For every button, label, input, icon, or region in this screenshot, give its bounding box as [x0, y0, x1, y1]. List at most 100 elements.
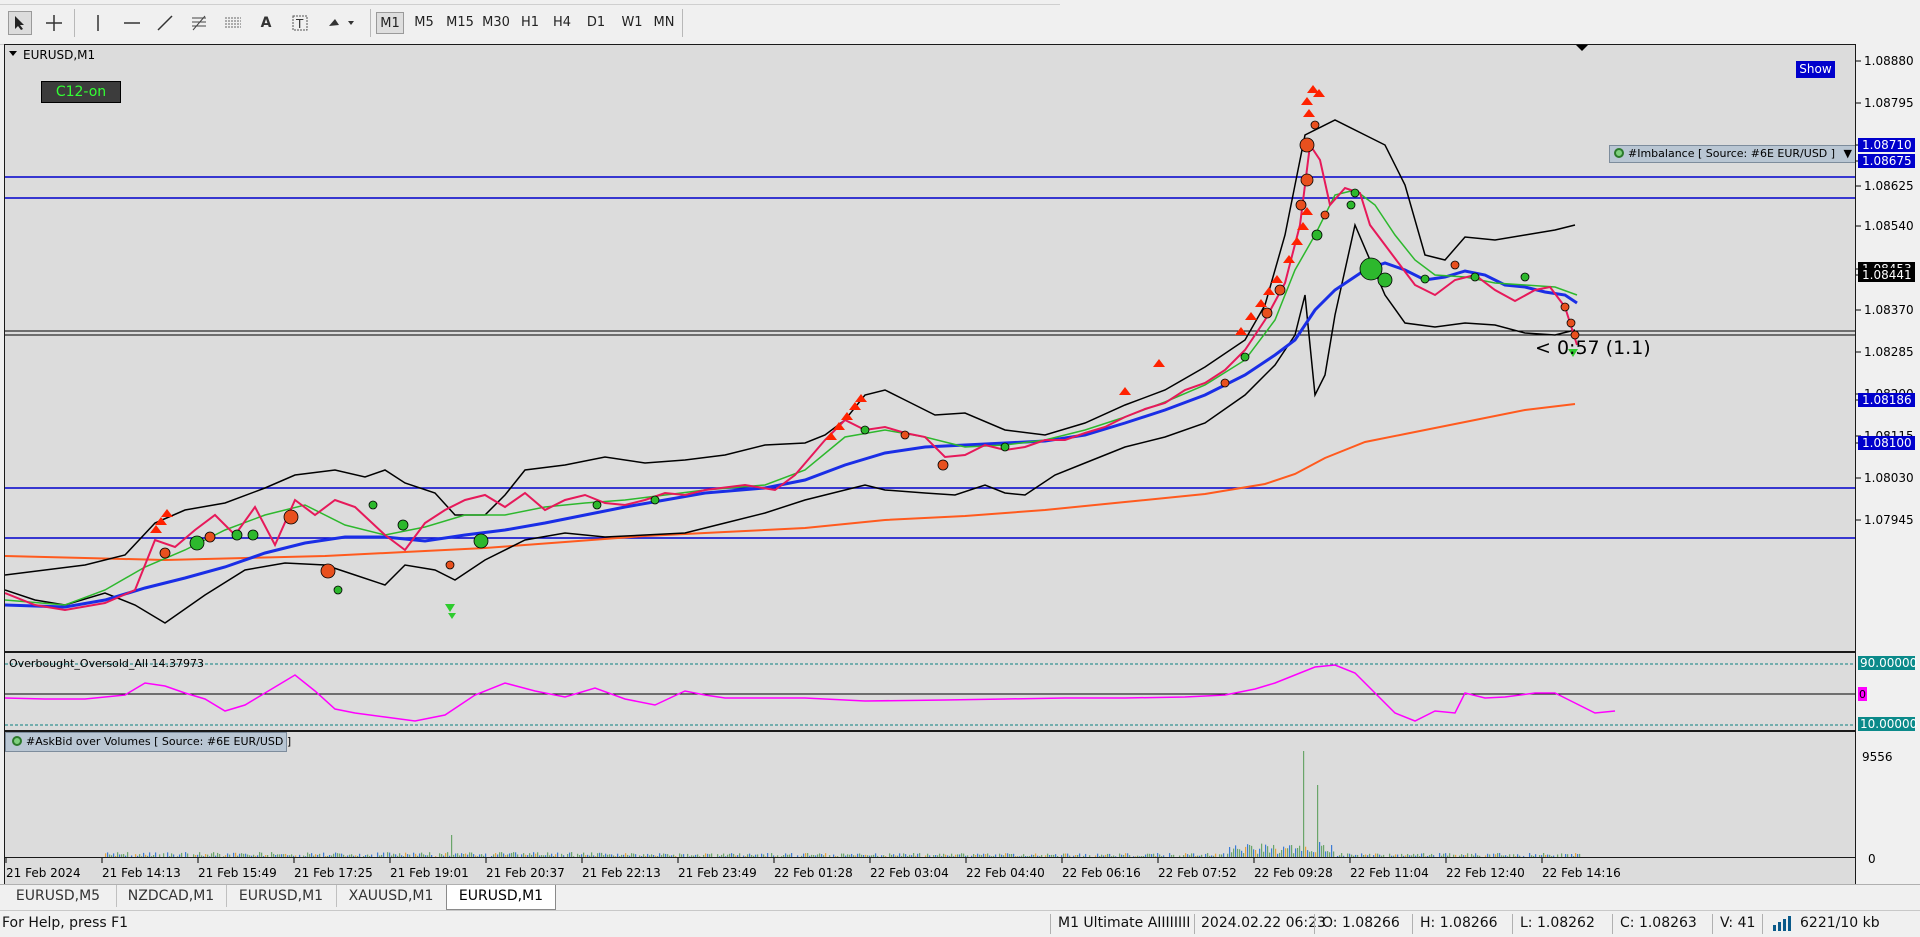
volume-bar: [209, 856, 211, 857]
timeframe-mn[interactable]: MN: [650, 12, 678, 34]
chart-tab-4[interactable]: XAUUSD,M1: [336, 885, 447, 907]
volume-bar: [1441, 855, 1443, 857]
volume-bar: [1313, 852, 1315, 857]
volume-bar: [1251, 845, 1253, 857]
volume-bar: [1505, 855, 1507, 857]
volume-bar: [1067, 853, 1069, 857]
shapes-icon[interactable]: [324, 11, 358, 35]
volume-bar: [291, 854, 293, 857]
chart-tab-5[interactable]: EURUSD,M1: [446, 885, 556, 910]
text-label-icon[interactable]: T: [288, 11, 312, 35]
vertical-line-icon[interactable]: [86, 11, 110, 35]
volume-bar: [671, 855, 673, 857]
volume-bar: [855, 855, 857, 857]
status-separator: [1512, 914, 1513, 934]
volume-bar: [697, 854, 699, 857]
volume-bar: [1129, 855, 1131, 857]
crosshair-icon[interactable]: [42, 11, 66, 35]
volume-bar: [857, 853, 859, 857]
volume-bar: [187, 853, 189, 857]
timeframe-h4[interactable]: H4: [548, 12, 576, 34]
volume-pane[interactable]: 9556 0 #AskBid over Volumes [ Source: #6…: [4, 731, 1856, 858]
volume-bar: [1185, 853, 1187, 857]
volume-bar: [549, 855, 551, 857]
price-pane[interactable]: EURUSD,M1 < 0:57 (1.1) C12-on Show #Imba…: [4, 44, 1856, 652]
volume-bar: [829, 855, 831, 857]
imbalance-label-text: #Imbalance [ Source: #6E EUR/USD ]: [1628, 147, 1836, 160]
svg-text:0: 0: [1868, 852, 1876, 866]
chart-tab-2[interactable]: NZDCAD,M1: [116, 885, 227, 907]
volume-bar: [585, 855, 587, 857]
text-icon[interactable]: A: [254, 11, 278, 35]
horizontal-line-icon[interactable]: [120, 11, 144, 35]
volume-bar: [809, 855, 811, 857]
volume-bar: [753, 855, 755, 857]
cursor-icon[interactable]: [8, 11, 32, 35]
fibonacci-icon[interactable]: [187, 11, 211, 35]
timeframe-m30[interactable]: M30: [480, 12, 512, 34]
volume-bar: [1069, 855, 1071, 857]
chart-window[interactable]: EURUSD,M1 < 0:57 (1.1) C12-on Show #Imba…: [4, 44, 1856, 884]
volume-bar: [739, 853, 741, 857]
status-separator: [1612, 914, 1613, 934]
volume-bar: [819, 853, 821, 857]
volume-bar: [547, 852, 549, 857]
price-label: 1.08880: [1856, 54, 1914, 68]
volume-bar: [365, 855, 367, 857]
svg-text:0: 0: [1859, 688, 1866, 701]
status-datetime: 2024.02.22 06:23: [1201, 915, 1326, 931]
volume-bar: [237, 855, 239, 857]
volume-bar: [845, 855, 847, 857]
timeframe-m15[interactable]: M15: [444, 12, 476, 34]
volume-bar: [1353, 855, 1355, 857]
volume-bar: [405, 852, 407, 857]
volume-bar: [959, 854, 961, 857]
volume-bar: [1267, 846, 1269, 857]
volume-bar: [581, 854, 583, 857]
volume-bar: [1101, 854, 1103, 857]
volume-bar: [995, 854, 997, 857]
show-button[interactable]: Show: [1796, 61, 1835, 78]
svg-text:22 Feb 01:28: 22 Feb 01:28: [774, 866, 853, 880]
imbalance-indicator-label[interactable]: #Imbalance [ Source: #6E EUR/USD ] ▼: [1609, 145, 1855, 163]
volume-bar: [1119, 853, 1121, 857]
volume-bar: [1471, 853, 1473, 857]
c12-toggle-button[interactable]: C12-on: [41, 81, 121, 103]
svg-text:21 Feb 22:13: 21 Feb 22:13: [582, 866, 661, 880]
volume-bar: [1533, 855, 1535, 857]
chart-tab-3[interactable]: EURUSD,M1: [226, 885, 337, 907]
timeframe-m5[interactable]: M5: [410, 12, 438, 34]
channel-icon[interactable]: [221, 11, 245, 35]
price-label: 1.08370: [1856, 303, 1914, 317]
time-label: 22 Feb 01:28: [773, 858, 853, 880]
oscillator-line: [5, 664, 1616, 722]
volume-bar: [1121, 854, 1123, 857]
volume-bar: [163, 853, 165, 857]
volume-bar: [625, 853, 627, 857]
volume-bar: [617, 853, 619, 857]
trendline-icon[interactable]: [153, 11, 177, 35]
volume-bar: [1343, 855, 1345, 857]
dropdown-arrow-icon[interactable]: ▼: [1844, 146, 1852, 162]
volume-bar: [919, 853, 921, 857]
askbid-indicator-label[interactable]: #AskBid over Volumes [ Source: #6E EUR/U…: [5, 732, 291, 752]
volume-bar: [1429, 855, 1431, 857]
oscillator-pane[interactable]: Overbought_Oversold_All 14.37973: [4, 652, 1856, 731]
volume-bar: [1211, 855, 1213, 857]
volume-bar: [147, 855, 149, 857]
timeframe-h1[interactable]: H1: [516, 12, 544, 34]
volume-bar: [497, 854, 499, 857]
volume-bar: [1323, 845, 1325, 857]
volume-bar: [951, 853, 953, 857]
volume-bar: [1197, 855, 1199, 857]
volume-bar: [1305, 846, 1307, 857]
volume-bar: [159, 854, 161, 857]
volume-bar: [1337, 856, 1339, 857]
fast-line: [5, 142, 1578, 612]
chart-tab-1[interactable]: EURUSD,M5: [0, 885, 117, 907]
status-bar: For Help, press F1 M1 Ultimate AIIIIIIII…: [0, 910, 1920, 937]
timeframe-d1[interactable]: D1: [582, 12, 610, 34]
svg-text:21 Feb 23:49: 21 Feb 23:49: [678, 866, 757, 880]
timeframe-w1[interactable]: W1: [618, 12, 646, 34]
timeframe-m1[interactable]: M1: [376, 12, 404, 34]
